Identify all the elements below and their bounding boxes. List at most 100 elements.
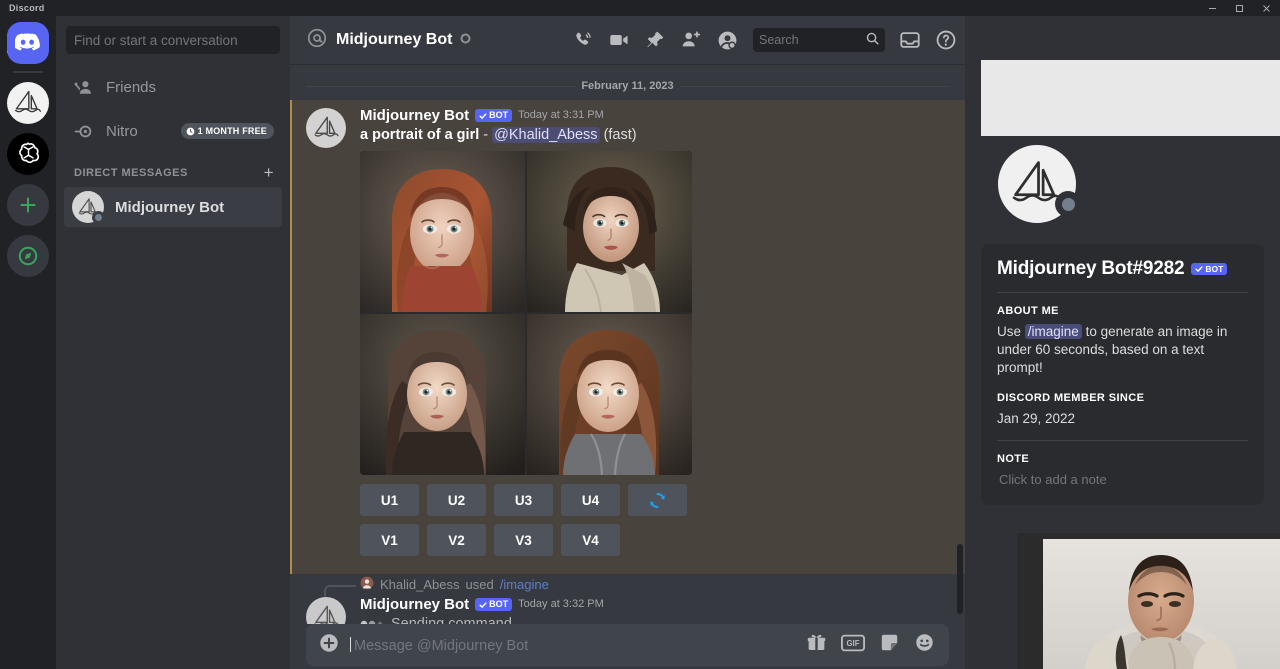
webcam-overlay [1017, 533, 1280, 669]
scrollbar-thumb[interactable] [957, 544, 963, 614]
dm-list-item-label: Midjourney Bot [115, 199, 224, 216]
profile-card: Midjourney Bot#9282 BOT ABOUT ME Use /im… [981, 244, 1264, 505]
upscale-button-u1[interactable]: U1 [360, 484, 419, 516]
sidebar-item-midjourney[interactable] [7, 82, 49, 124]
message-item: Khalid_Abess used /imagine [290, 574, 965, 624]
sidebar-item-openai[interactable] [7, 133, 49, 175]
avatar[interactable] [306, 108, 346, 148]
friends-icon [72, 76, 94, 98]
message-author[interactable]: Midjourney Bot [360, 108, 469, 123]
app-title: Discord [9, 3, 45, 13]
at-sign-icon [306, 27, 328, 54]
plus-icon [18, 195, 38, 215]
add-friends-to-dm-icon[interactable] [680, 29, 702, 51]
search-conversation-placeholder: Find or start a conversation [74, 33, 238, 48]
message-content: a portrait of a girl - @Khalid_Abess (fa… [360, 127, 949, 143]
generated-image-2[interactable] [527, 151, 692, 312]
profile-divider [997, 440, 1248, 441]
discord-logo-icon [15, 33, 41, 53]
discord-window: Discord [0, 0, 1280, 669]
message-list[interactable]: February 11, 2023 [290, 64, 965, 624]
upscale-button-row: U1 U2 U3 U4 [360, 484, 692, 516]
generated-image-grid[interactable] [360, 151, 692, 475]
bot-badge-label: BOT [489, 111, 508, 120]
search-input[interactable]: Search [753, 28, 885, 52]
sidebar-item-nitro[interactable]: Nitro 1 MONTH FREE [64, 114, 282, 148]
variation-button-v1[interactable]: V1 [360, 524, 419, 556]
sidebar-item-add-server[interactable] [7, 184, 49, 226]
avatar[interactable] [306, 597, 346, 624]
status-offline-icon [92, 211, 105, 224]
command-user-icon [360, 576, 374, 593]
member-since-label: DISCORD MEMBER SINCE [997, 392, 1248, 404]
speed-label: (fast) [604, 127, 637, 143]
window-controls [1199, 0, 1280, 16]
message-timestamp: Today at 3:32 PM [518, 599, 604, 610]
message-scrollbar[interactable] [957, 124, 963, 614]
upscale-button-u4[interactable]: U4 [561, 484, 620, 516]
sidebar-item-home[interactable] [7, 22, 49, 64]
variation-button-v2[interactable]: V2 [427, 524, 486, 556]
search-conversation-input[interactable]: Find or start a conversation [66, 26, 280, 54]
prompt-dash: - [483, 127, 488, 143]
dm-list-item-midjourney-bot[interactable]: Midjourney Bot [64, 187, 282, 227]
member-since-section: DISCORD MEMBER SINCE Jan 29, 2022 [997, 392, 1248, 428]
upscale-button-u2[interactable]: U2 [427, 484, 486, 516]
message-author[interactable]: Midjourney Bot [360, 597, 469, 612]
chat-area: Midjourney Bot [290, 16, 965, 669]
dm-nav-list: Friends Nitro 1 MONTH FREE [56, 54, 290, 227]
message-input[interactable]: Message @Midjourney Bot [350, 637, 796, 654]
command-verb: used [466, 577, 494, 592]
bot-badge-label: BOT [1205, 265, 1223, 274]
create-dm-icon[interactable]: + [264, 164, 274, 181]
note-section: NOTE Click to add a note [997, 453, 1248, 487]
reroll-button[interactable] [628, 484, 687, 516]
imagine-command-chip[interactable]: /imagine [1025, 324, 1082, 339]
start-video-call-icon[interactable] [608, 29, 630, 51]
slash-command-label[interactable]: /imagine [500, 577, 549, 592]
emoji-icon[interactable] [914, 632, 935, 658]
refresh-icon [648, 491, 667, 510]
inbox-icon[interactable] [899, 29, 921, 51]
user-profile-icon[interactable] [716, 29, 739, 52]
maximize-icon[interactable] [1226, 0, 1253, 16]
note-label: NOTE [997, 453, 1248, 465]
variation-button-v3[interactable]: V3 [494, 524, 553, 556]
status-offline-icon [460, 31, 471, 49]
about-me-label: ABOUT ME [997, 305, 1248, 317]
help-icon[interactable] [935, 29, 957, 51]
variation-button-v4[interactable]: V4 [561, 524, 620, 556]
user-mention[interactable]: @Khalid_Abess [492, 127, 599, 143]
message-timestamp: Today at 3:31 PM [518, 110, 604, 121]
direct-messages-header: DIRECT MESSAGES + [64, 158, 282, 185]
note-input[interactable]: Click to add a note [997, 472, 1248, 487]
gif-icon[interactable]: GIF [841, 634, 865, 657]
nitro-icon [72, 120, 94, 142]
about-me-text: Use /imagine to generate an image in und… [997, 323, 1248, 378]
dm-search-wrapper: Find or start a conversation [56, 16, 290, 54]
generated-image-3[interactable] [360, 314, 525, 475]
message-item: Midjourney Bot BOT Today at 3:31 PM a po… [290, 100, 965, 574]
close-icon[interactable] [1253, 0, 1280, 16]
openai-logo-icon [15, 141, 42, 168]
sailboat-icon [311, 115, 342, 141]
sidebar-item-explore[interactable] [7, 235, 49, 277]
generated-image-4[interactable] [527, 314, 692, 475]
sticker-icon[interactable] [879, 632, 900, 658]
message-input-box[interactable]: Message @Midjourney Bot [306, 624, 949, 666]
search-icon [866, 32, 879, 48]
server-rail [0, 16, 56, 669]
upscale-button-u3[interactable]: U3 [494, 484, 553, 516]
generated-image-1[interactable] [360, 151, 525, 312]
add-attachment-icon[interactable] [318, 632, 340, 659]
minimize-icon[interactable] [1199, 0, 1226, 16]
chat-header: Midjourney Bot [290, 16, 965, 64]
dm-sidebar: Find or start a conversation Friends [56, 16, 290, 669]
pinned-messages-icon[interactable] [644, 29, 666, 51]
variation-button-row: V1 V2 V3 V4 [360, 524, 692, 556]
command-user-name[interactable]: Khalid_Abess [380, 577, 460, 592]
sidebar-item-friends[interactable]: Friends [64, 70, 282, 104]
about-me-section: ABOUT ME Use /imagine to generate an ima… [997, 305, 1248, 378]
start-voice-call-icon[interactable] [572, 29, 594, 51]
gift-icon[interactable] [806, 632, 827, 658]
